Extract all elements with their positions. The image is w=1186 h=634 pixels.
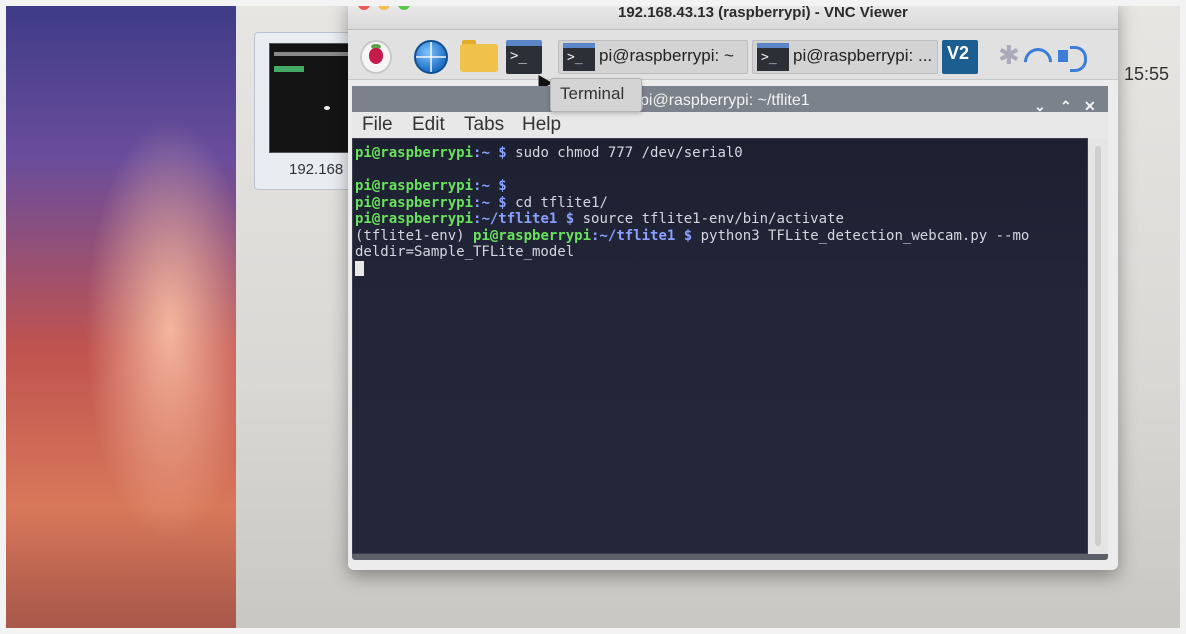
vnc-title: 192.168.43.13 (raspberrypi) - VNC Viewer bbox=[618, 4, 908, 21]
raspberry-pi-taskbar: >_ >_ pi@raspberrypi: ~ >_ pi@raspberryp… bbox=[348, 30, 1118, 92]
taskbar-item-terminal-home[interactable]: >_ pi@raspberrypi: ~ bbox=[558, 40, 748, 74]
panel-clock: 15:55 bbox=[1124, 64, 1170, 84]
terminal-line: pi@raspberrypi:~ $ cd tflite1/ bbox=[355, 194, 608, 211]
web-browser-icon[interactable] bbox=[414, 40, 448, 74]
wifi-icon[interactable] bbox=[1024, 40, 1050, 74]
minimize-window-button[interactable] bbox=[378, 0, 390, 10]
volume-icon[interactable] bbox=[1058, 40, 1087, 74]
menu-tabs[interactable]: Tabs bbox=[464, 114, 504, 136]
file-manager-icon[interactable] bbox=[460, 40, 498, 74]
menu-help[interactable]: Help bbox=[522, 114, 561, 136]
scrollbar-thumb[interactable] bbox=[1095, 146, 1101, 546]
text-cursor bbox=[355, 261, 364, 276]
taskbar-item-label: pi@raspberrypi: ... bbox=[793, 46, 933, 65]
terminal-line bbox=[355, 261, 1087, 278]
terminal-icon: >_ bbox=[757, 43, 789, 71]
terminal-output[interactable]: pi@raspberrypi:~ $ sudo chmod 777 /dev/s… bbox=[352, 138, 1088, 554]
taskbar-item-terminal-tflite[interactable]: >_ pi@raspberrypi: ... bbox=[752, 40, 938, 74]
terminal-title: pi@raspberrypi: ~/tflite1 bbox=[640, 92, 810, 109]
terminal-window: pi@raspberrypi: ~/tflite1 ⌄ ⌃ ✕ File Edi… bbox=[352, 86, 1108, 560]
terminal-icon[interactable]: >_ bbox=[506, 40, 542, 74]
terminal-icon: >_ bbox=[563, 43, 595, 71]
menu-edit[interactable]: Edit bbox=[412, 114, 445, 136]
desktop-wallpaper bbox=[0, 0, 250, 634]
thumbnail-label: 192.168 bbox=[289, 161, 344, 178]
taskbar-item-label: pi@raspberrypi: ~ bbox=[599, 46, 734, 65]
terminal-menubar: File Edit Tabs Help bbox=[352, 112, 1108, 140]
bluetooth-icon[interactable]: ✱ bbox=[998, 40, 1020, 74]
terminal-scrollbar[interactable] bbox=[1088, 138, 1108, 554]
raspberry-pi-menu-icon[interactable] bbox=[360, 40, 392, 74]
terminal-tooltip: Terminal bbox=[550, 78, 642, 112]
vnc-server-icon[interactable]: V2 bbox=[942, 40, 978, 74]
terminal-line: deldir=Sample_TFLite_model bbox=[355, 244, 575, 260]
terminal-line: (tflite1-env) pi@raspberrypi:~/tflite1 $… bbox=[355, 227, 1030, 244]
zoom-window-button[interactable] bbox=[398, 0, 410, 10]
terminal-line: pi@raspberrypi:~ $ sudo chmod 777 /dev/s… bbox=[355, 145, 743, 161]
terminal-line: pi@raspberrypi:~ $ bbox=[355, 178, 507, 194]
menu-file[interactable]: File bbox=[362, 114, 393, 136]
close-window-button[interactable] bbox=[358, 0, 370, 10]
vnc-titlebar[interactable]: 192.168.43.13 (raspberrypi) - VNC Viewer bbox=[348, 0, 1118, 30]
terminal-line: pi@raspberrypi:~/tflite1 $ source tflite… bbox=[355, 211, 844, 227]
